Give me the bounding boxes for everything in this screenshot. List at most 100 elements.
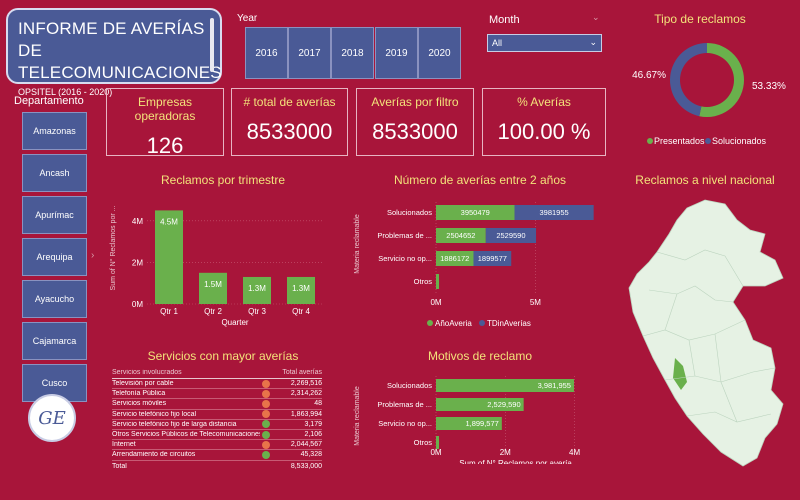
x-tick-label: Qtr 1 [160, 307, 178, 316]
legend-label: TDinAverías [487, 319, 531, 328]
status-indicator-icon [262, 389, 270, 398]
total-value: 8,533,000 [290, 463, 322, 470]
y-tick-label: Otros [414, 277, 433, 286]
x-tick-label: 5M [530, 298, 541, 307]
kpi-value: 126 [146, 133, 184, 158]
status-indicator-icon [262, 430, 270, 439]
y-tick-label: Problemas de ... [377, 231, 432, 240]
kpi-value: 100.00 % [497, 119, 591, 144]
service-name: Televisión por cable [112, 380, 174, 388]
legend-marker [427, 320, 433, 326]
y-axis-label: Sum of N° Reclamos por ... [109, 206, 117, 291]
y-tick-label: Solucionados [387, 208, 432, 217]
y-tick-label: Servicio no op... [378, 419, 432, 428]
title-scrollbar[interactable] [210, 18, 214, 72]
data-label: 3,981,955 [538, 381, 571, 390]
legend-marker [647, 138, 653, 144]
motivos-bar-chart: Materia reclamable 0M 2M 4M Solucionados Prob… [354, 376, 580, 464]
x-tick-label: 2M [500, 448, 511, 457]
x-tick-label: 0M [430, 448, 441, 457]
dept-button-ancash[interactable]: Ancash [22, 154, 87, 192]
kpi-card-empresas: Empresas operadoras 126 [106, 88, 224, 158]
tipo-donut-chart: 53.33% 46.67% Presentados Solucionados [632, 43, 786, 146]
donut-slice[interactable] [670, 43, 707, 117]
donut-slice[interactable] [699, 43, 744, 117]
column-header-total[interactable]: Total averías [272, 369, 322, 376]
table-row[interactable]: Telefonía Pública 2,314,262 [112, 389, 322, 400]
data-label: 1886172 [440, 254, 469, 263]
kpi-title: Averías por filtro [371, 95, 459, 109]
service-total: 2,044,567 [290, 441, 322, 449]
dept-button-amazonas[interactable]: Amazonas [22, 112, 87, 150]
section-title-motivos: Motivos de reclamo [427, 349, 533, 363]
service-total: 2,106 [304, 431, 322, 439]
data-label: 1.3M [292, 284, 310, 293]
kpi-card-averias-filtro: Averías por filtro 8533000 [356, 88, 474, 156]
report-title-box: INFORME DE AVERÍAS DE TELECOMUNICACIONES… [6, 8, 222, 97]
service-name: Telefonía Pública [112, 390, 166, 398]
two-years-bar-chart: Materia reclamable 0M 5M Solucionados Proble… [354, 202, 594, 328]
service-name: Servicios móviles [112, 400, 167, 408]
peru-map[interactable] [625, 190, 795, 480]
y-tick-label: 4M [132, 217, 143, 226]
data-label: 1.5M [204, 280, 222, 289]
y-axis-label: Materia reclamable [354, 214, 361, 274]
year-button-2019[interactable]: 2019 [375, 27, 418, 79]
data-label: 1,899,577 [465, 419, 498, 428]
column-header-servicio[interactable]: Servicios involucrados [112, 369, 260, 376]
service-total: 3,179 [304, 420, 322, 428]
section-title-trimestre: Reclamos por trimestre [160, 173, 286, 187]
section-title-dos-anos: Número de averías entre 2 años [393, 173, 567, 187]
status-indicator-icon [262, 379, 270, 388]
service-name: Servicio telefónico fijo de larga distan… [112, 420, 237, 428]
year-button-2016[interactable]: 2016 [245, 27, 288, 79]
data-label: 3981955 [539, 208, 568, 217]
table-row[interactable]: Servicio telefónico fijo de larga distan… [112, 420, 322, 430]
status-indicator-icon [262, 420, 270, 429]
y-tick-label: 0M [132, 300, 143, 309]
x-axis-label: Sum of N° Reclamos por avería [459, 459, 572, 464]
dept-button-cajamarca[interactable]: Cajamarca [22, 322, 87, 360]
month-selected-value: All [492, 38, 503, 48]
data-label: 2,529,590 [487, 400, 520, 409]
service-total: 2,269,516 [290, 380, 322, 388]
total-label: Total [112, 463, 127, 470]
dept-button-apurimac[interactable]: Apurímac [22, 196, 87, 234]
x-tick-label: Qtr 3 [248, 307, 266, 316]
month-label: Month [489, 14, 520, 26]
status-indicator-icon [262, 450, 270, 459]
legend-marker [479, 320, 485, 326]
table-row[interactable]: Internet 2,044,567 [112, 440, 322, 451]
year-button-2020[interactable]: 2020 [418, 27, 461, 79]
x-tick-label: Qtr 4 [292, 307, 310, 316]
month-collapse-icon[interactable]: ⌄ [592, 12, 600, 23]
section-title-servicios: Servicios con mayor averías [147, 349, 299, 363]
service-name: Arrendamiento de circuitos [112, 451, 196, 459]
table-row[interactable]: Televisión por cable 2,269,516 [112, 379, 322, 390]
bar-segment[interactable] [436, 274, 439, 289]
y-tick-label: Problemas de ... [377, 400, 432, 409]
year-button-2018[interactable]: 2018 [331, 27, 374, 79]
y-tick-label: Servicio no op... [378, 254, 432, 263]
table-row[interactable]: Servicios móviles 48 [112, 399, 322, 410]
kpi-title: % Averías [517, 95, 571, 109]
bar[interactable] [436, 436, 439, 449]
y-tick-label: Otros [414, 438, 433, 447]
year-button-2017[interactable]: 2017 [288, 27, 331, 79]
kpi-title: Empresas operadoras [134, 95, 196, 123]
service-total: 45,328 [300, 451, 322, 459]
dept-button-arequipa[interactable]: Arequipa [22, 238, 87, 276]
chevron-down-icon: ⌄ [589, 37, 597, 47]
dept-button-ayacucho[interactable]: Ayacucho [22, 280, 87, 318]
peru-map-shape[interactable] [628, 199, 784, 467]
service-name: Servicio telefónico fijo local [112, 410, 197, 418]
table-row[interactable]: Arrendamiento de circuitos 45,328 [112, 450, 322, 461]
service-name: Internet [112, 441, 136, 449]
table-row[interactable]: Otros Servicios Públicos de Telecomunica… [112, 430, 322, 441]
chevron-right-icon[interactable]: › [91, 250, 94, 261]
status-indicator-icon [262, 399, 270, 408]
x-tick-label: 4M [569, 448, 580, 457]
page-title: INFORME DE AVERÍAS DE TELECOMUNICACIONES [18, 19, 222, 82]
table-row[interactable]: Servicio telefónico fijo local 1,863,994 [112, 410, 322, 420]
month-dropdown[interactable]: All ⌄ [487, 34, 602, 52]
